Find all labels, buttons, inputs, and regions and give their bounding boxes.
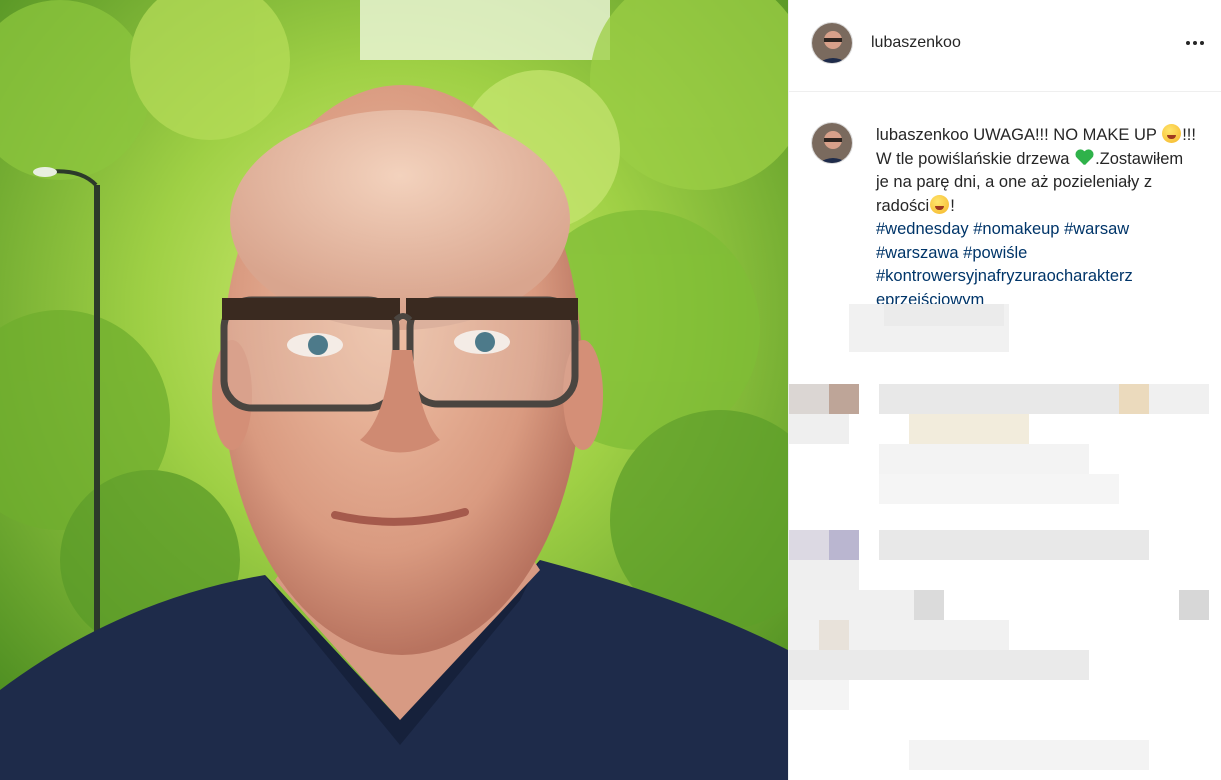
face-tongue-icon <box>1162 124 1182 143</box>
header-username[interactable]: lubaszenkoo <box>871 34 961 52</box>
caption-username[interactable]: lubaszenkoo <box>876 126 969 144</box>
more-options-button[interactable] <box>1181 31 1209 55</box>
caption-text: lubaszenkoo UWAGA!!! NO MAKE UP !!! W tl… <box>876 124 1196 304</box>
ellipsis-icon <box>1186 41 1190 45</box>
selfie-image <box>0 0 788 780</box>
post-header: lubaszenkoo <box>789 0 1221 92</box>
ellipsis-dot <box>1193 41 1197 45</box>
post-details-panel: lubaszenkoo lubaszenkoo UWAGA!!! NO MAKE… <box>788 0 1221 780</box>
caption-avatar[interactable] <box>811 122 853 164</box>
hashtag-link[interactable]: #warsaw <box>1064 220 1129 238</box>
face-tears-of-joy-icon <box>930 194 950 214</box>
hashtag-link[interactable]: #warszawa <box>876 244 959 262</box>
caption-part: ! <box>950 196 955 215</box>
caption-section: lubaszenkoo UWAGA!!! NO MAKE UP !!! W tl… <box>789 92 1221 304</box>
profile-avatar[interactable] <box>811 22 853 64</box>
hashtag-link[interactable]: #nomakeup <box>973 220 1059 238</box>
ellipsis-dot <box>1200 41 1204 45</box>
hashtag-link[interactable]: #kontrowersyjnafryzuraocharakterz <box>876 267 1133 285</box>
hashtag-link[interactable]: #powiśle <box>963 244 1027 262</box>
caption-part: UWAGA!!! NO MAKE UP <box>973 126 1157 144</box>
hashtag-link[interactable]: #wednesday <box>876 220 969 238</box>
post-photo[interactable] <box>0 0 788 780</box>
hashtag-link-continued[interactable]: eprzejściowym <box>876 291 984 305</box>
green-heart-icon <box>1075 148 1094 167</box>
blurred-comments <box>789 304 1221 780</box>
